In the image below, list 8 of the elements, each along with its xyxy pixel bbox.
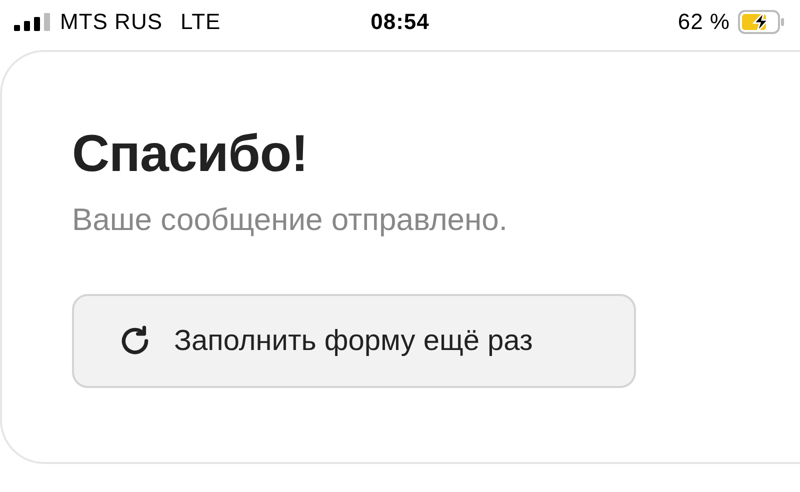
battery-percent: 62 % <box>678 9 730 35</box>
signal-icon <box>14 13 52 31</box>
refill-form-button[interactable]: Заполнить форму ещё раз <box>72 294 636 388</box>
clock-time: 08:54 <box>370 9 430 35</box>
thank-you-title: Спасибо! <box>72 124 309 184</box>
network-type: LTE <box>180 9 221 35</box>
carrier-name: MTS RUS <box>60 9 162 35</box>
sent-message: Ваше сообщение отправлено. <box>72 202 508 238</box>
